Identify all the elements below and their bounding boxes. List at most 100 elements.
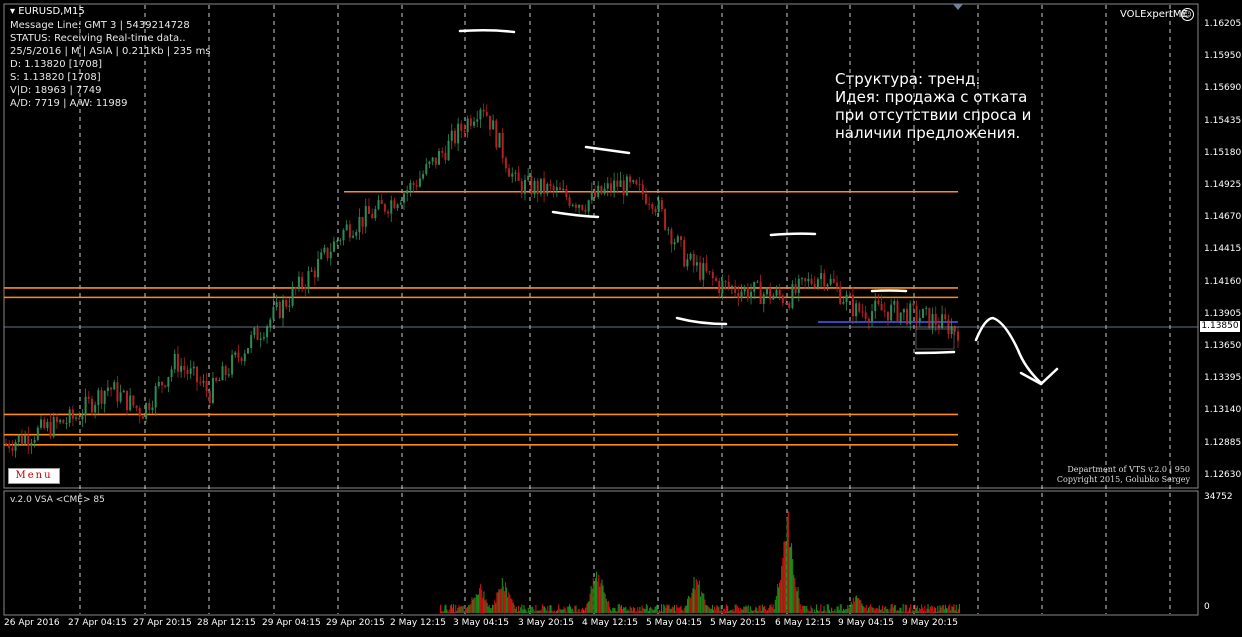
- volume-bar: [676, 604, 678, 613]
- volume-bar: [730, 610, 732, 613]
- volume-bar: [708, 607, 710, 613]
- symbol-title[interactable]: ▾ EURUSD,M15: [10, 6, 85, 17]
- volume-bar: [687, 598, 689, 613]
- candle-body: [562, 188, 565, 190]
- volume-bar: [835, 611, 837, 613]
- marker-low-3: [914, 350, 956, 355]
- candle-body: [800, 278, 803, 280]
- volume-bar: [717, 606, 719, 613]
- volume-bar: [836, 606, 838, 613]
- candle-body: [625, 176, 628, 196]
- candle-body: [520, 180, 523, 194]
- volume-bar: [649, 608, 651, 613]
- volume-bar: [892, 607, 894, 613]
- volume-bar: [760, 610, 762, 613]
- subwindow-title: v.2.0 VSA <CME> 85: [10, 495, 105, 505]
- candle-body: [65, 423, 68, 425]
- candle-body: [578, 204, 581, 208]
- price-tick-label: 1.16205: [1204, 19, 1242, 29]
- volume-bar: [511, 599, 513, 613]
- volume-bar: [638, 610, 640, 613]
- menu-button[interactable]: Menu: [8, 468, 60, 484]
- time-tick-label: 9 May 04:15: [838, 618, 894, 628]
- volume-bar: [936, 611, 938, 613]
- dropdown-arrow-icon[interactable]: ▾: [10, 6, 15, 17]
- candle-body: [87, 396, 90, 399]
- volume-bar: [783, 541, 785, 613]
- volume-bar: [955, 604, 957, 613]
- volume-bar: [662, 611, 664, 613]
- volume-bar: [612, 607, 614, 613]
- volume-bar: [575, 605, 577, 613]
- volume-bar: [677, 607, 679, 613]
- volume-bar: [656, 604, 658, 613]
- volume-bar: [856, 595, 858, 613]
- volume-bar: [913, 611, 915, 613]
- volume-bar: [603, 592, 605, 613]
- candle-body: [396, 204, 399, 209]
- candle-body: [297, 276, 300, 289]
- candle-body: [463, 130, 466, 133]
- info-line: Message Line: GMT 3 | 5439214728: [10, 20, 190, 31]
- volume-bar: [925, 611, 927, 613]
- volume-bar: [507, 597, 509, 613]
- volume-bar: [905, 604, 907, 613]
- candle-body: [511, 173, 514, 177]
- volume-bar: [563, 606, 565, 613]
- volume-bar: [564, 608, 566, 613]
- volume-bar: [726, 604, 728, 613]
- candle-body: [469, 118, 472, 126]
- candle-body: [317, 259, 320, 278]
- volume-bar: [871, 606, 873, 613]
- candle-body: [78, 417, 81, 420]
- volume-bar: [646, 605, 649, 613]
- volume-bar: [683, 608, 685, 613]
- volume-bar: [458, 604, 460, 613]
- volume-bar: [935, 607, 937, 613]
- volume-bar: [889, 608, 891, 613]
- candle-body: [619, 180, 622, 187]
- volume-bar: [475, 594, 477, 613]
- volume-bar: [700, 596, 702, 613]
- candle-body: [202, 381, 205, 383]
- volume-bar: [455, 604, 457, 613]
- candle-body: [791, 284, 794, 308]
- candle-body: [848, 294, 851, 296]
- volume-bar: [847, 604, 849, 613]
- volume-bar: [735, 604, 737, 613]
- volume-bar: [571, 609, 573, 613]
- volume-bar: [864, 607, 866, 613]
- volume-bar: [788, 547, 790, 613]
- volume-bar: [520, 607, 522, 613]
- volume-bar: [537, 610, 539, 613]
- volume-bar: [775, 595, 777, 613]
- smiley-icon[interactable]: ☺: [1181, 8, 1194, 21]
- candle-body: [24, 435, 27, 444]
- volume-bar: [691, 592, 693, 613]
- volume-bar: [678, 607, 680, 613]
- volume-bar: [692, 588, 694, 613]
- volume-bar: [598, 574, 600, 613]
- volume-bar: [524, 608, 526, 613]
- candle-body: [724, 281, 727, 283]
- chart-canvas[interactable]: [0, 0, 1242, 637]
- price-tick-label: 1.13905: [1204, 308, 1242, 319]
- volume-bar: [772, 604, 774, 613]
- volume-bar: [682, 610, 684, 613]
- volume-bar: [742, 609, 744, 613]
- candle-body: [539, 178, 542, 194]
- volume-bar: [703, 593, 705, 613]
- volume-bar: [733, 611, 735, 613]
- volume-bar: [536, 610, 538, 613]
- volume-bar: [541, 604, 543, 613]
- volume-bar: [943, 609, 945, 613]
- volume-bar: [521, 604, 523, 613]
- volume-bar: [844, 610, 846, 613]
- volume-bar: [906, 611, 909, 613]
- volume-bar: [547, 605, 549, 613]
- volume-bar: [555, 610, 558, 613]
- candle-body: [409, 182, 412, 191]
- volume-bar: [779, 582, 781, 613]
- volume-bar: [918, 608, 920, 613]
- candle-body: [380, 200, 383, 205]
